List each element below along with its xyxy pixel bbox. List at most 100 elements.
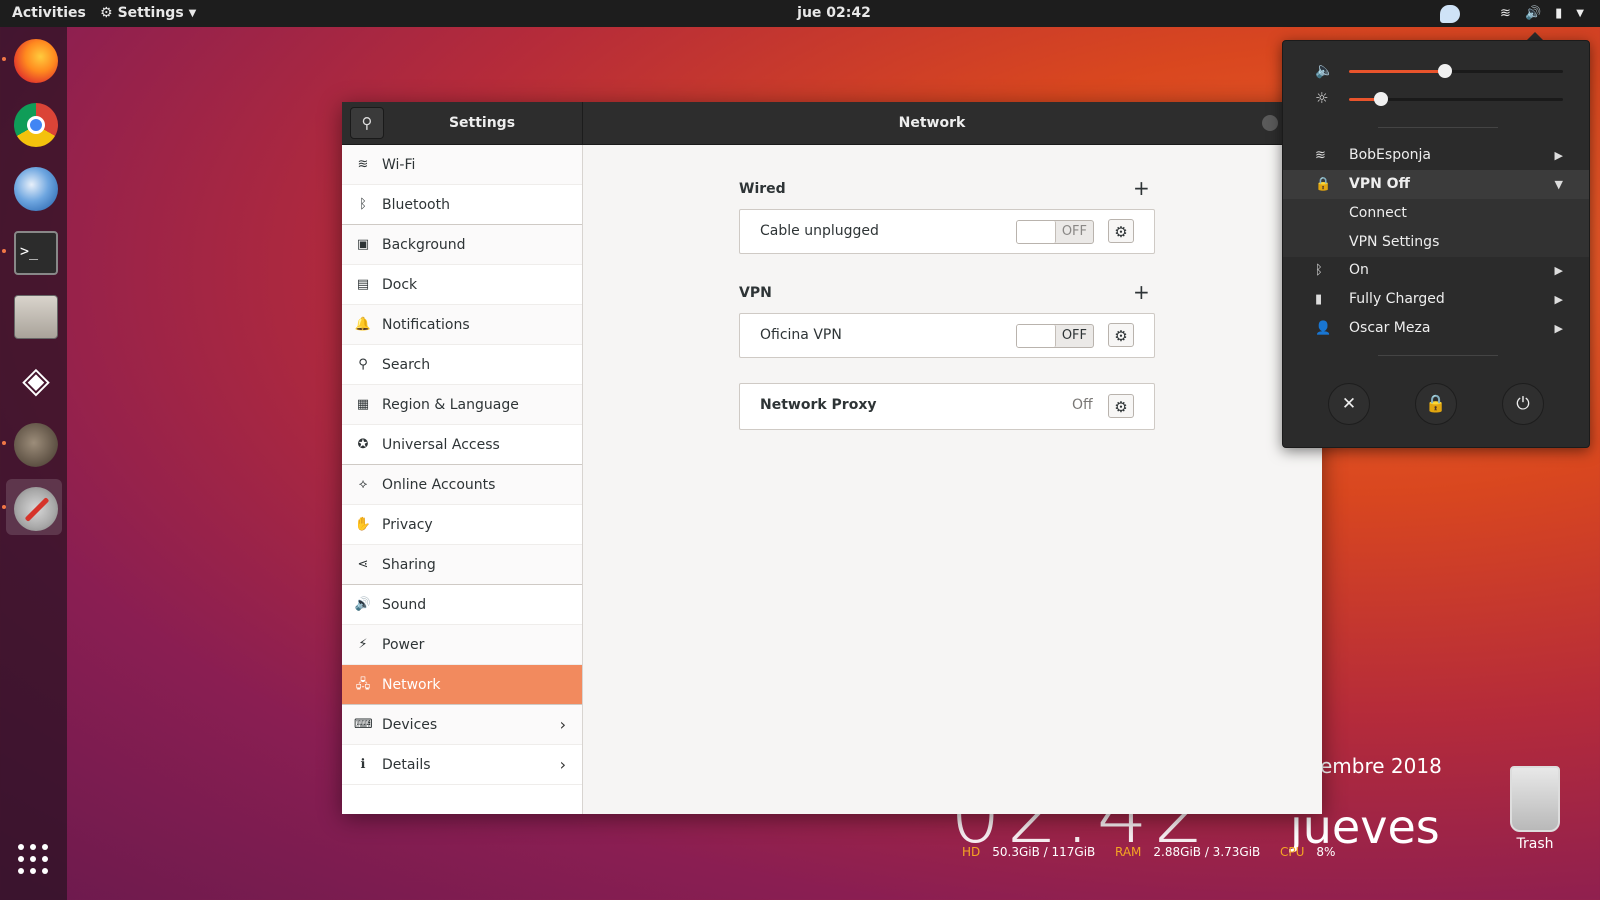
system-menu: 🔈 ☼ ≋ BobEsponja ▶ 🔒 VPN Off ▼ Connect V…	[1282, 40, 1590, 448]
chat-icon[interactable]	[1440, 4, 1461, 23]
thunderbird-icon	[14, 167, 58, 211]
vpn-settings-item[interactable]: VPN Settings	[1283, 228, 1589, 257]
volume-handle[interactable]	[1438, 64, 1453, 78]
settings-window: ⚲ Settings Network ≋ Wi-Fi ᛒ Bluetooth ▣ Back…	[342, 102, 1322, 814]
wifi-icon: ≋	[1315, 148, 1326, 163]
trash-label: Trash	[1516, 836, 1554, 852]
sidebar-item-privacy[interactable]: ✋ Privacy	[342, 505, 582, 545]
sidebar-item-label: Privacy	[382, 517, 433, 533]
thunderbird-launcher[interactable]	[6, 159, 62, 215]
hd-stat: HD 50.3GiB / 117GiB	[962, 845, 1096, 859]
wifi-menu-item[interactable]: ≋ BobEsponja ▶	[1283, 141, 1589, 170]
app-menu-button[interactable]: ⚙ Settings ▼	[100, 0, 196, 27]
sidebar-item-dock[interactable]: ▤ Dock	[342, 265, 582, 305]
wired-toggle-switch[interactable]: OFF	[1016, 220, 1094, 244]
sidebar-item-label: Network	[382, 677, 441, 693]
chevron-down-icon: ▼	[188, 8, 197, 19]
unity-logo-icon: ◈	[22, 360, 50, 401]
network-proxy-label: Network Proxy	[760, 397, 877, 413]
proxy-settings-button[interactable]: ⚙	[1108, 394, 1134, 418]
chevron-down-icon: ▼	[1576, 8, 1584, 19]
vpn-toggle-switch[interactable]: OFF	[1016, 324, 1094, 348]
lock-button[interactable]: 🔒	[1415, 383, 1457, 425]
sidebar-item-devices[interactable]: ⌨ Devices ›	[342, 705, 582, 745]
power-off-button[interactable]: ⏻	[1502, 383, 1544, 425]
vpn-connection-label: Oficina VPN	[760, 327, 842, 343]
accessibility-icon: ✪	[357, 437, 369, 452]
bluetooth-menu-item[interactable]: ᛒ On ▶	[1283, 256, 1589, 285]
sidebar-item-label: Wi-Fi	[382, 157, 416, 173]
search-button[interactable]: ⚲	[350, 107, 384, 139]
sidebar-item-sharing[interactable]: ⋖ Sharing	[342, 545, 582, 585]
online-accounts-icon: ⟡	[358, 477, 368, 492]
activities-button[interactable]: Activities	[12, 0, 86, 27]
sidebar-item-label: Devices	[382, 717, 438, 733]
menu-separator	[1378, 355, 1498, 356]
system-tray[interactable]: ≋ 🔊 ▮ ▼	[1440, 0, 1584, 27]
sidebar-item-background[interactable]: ▣ Background	[342, 225, 582, 265]
battery-icon: ▮	[1315, 292, 1323, 307]
settings-launcher[interactable]	[2, 479, 62, 535]
sidebar-item-label: Region & Language	[382, 397, 519, 413]
sidebar-item-notifications[interactable]: 🔔 Notifications	[342, 305, 582, 345]
sidebar-item-label: Bluetooth	[382, 197, 450, 213]
wired-settings-button[interactable]: ⚙	[1108, 219, 1134, 243]
trash-can-icon	[1510, 766, 1560, 832]
sidebar-item-details[interactable]: ℹ Details ›	[342, 745, 582, 785]
terminal-launcher[interactable]: >_	[2, 223, 62, 279]
sidebar-item-sound[interactable]: 🔊 Sound	[342, 585, 582, 625]
chevron-right-icon: ›	[559, 755, 566, 774]
add-vpn-button[interactable]: +	[1133, 280, 1150, 304]
gear-icon: ⚙	[1114, 398, 1128, 416]
brightness-handle[interactable]	[1374, 92, 1389, 106]
sidebar-item-online-accounts[interactable]: ⟡ Online Accounts	[342, 465, 582, 505]
sidebar-item-universal-access[interactable]: ✪ Universal Access	[342, 425, 582, 465]
gimp-launcher[interactable]	[2, 415, 62, 471]
sidebar-item-label: Dock	[382, 277, 418, 293]
running-indicator	[2, 505, 6, 509]
vpn-menu-item[interactable]: 🔒 VPN Off ▼	[1283, 170, 1589, 199]
chevron-right-icon: ›	[559, 715, 566, 734]
network-panel: Wired + Cable unplugged OFF ⚙ VPN + Ofic…	[583, 145, 1322, 814]
clock-button[interactable]: jue 02:42	[797, 5, 871, 21]
minimize-button[interactable]	[1262, 115, 1278, 131]
user-menu-item[interactable]: 👤 Oscar Meza ▶	[1283, 314, 1589, 343]
vpn-settings-button[interactable]: ⚙	[1108, 323, 1134, 347]
power-icon: ⏻	[1516, 394, 1530, 414]
battery-menu-item[interactable]: ▮ Fully Charged ▶	[1283, 285, 1589, 314]
sidebar-header: ⚲ Settings	[342, 102, 583, 144]
settings-button[interactable]: ✕	[1328, 383, 1370, 425]
chevron-down-icon: ▼	[1554, 178, 1563, 191]
chrome-launcher[interactable]	[6, 95, 62, 151]
network-proxy-row[interactable]: Network Proxy Off ⚙	[739, 383, 1155, 430]
files-launcher[interactable]	[6, 287, 62, 343]
add-wired-button[interactable]: +	[1133, 176, 1150, 200]
search-icon: ⚲	[361, 114, 373, 132]
firefox-icon	[14, 39, 58, 83]
region-icon: ▦	[356, 397, 370, 412]
chevron-right-icon: ▶	[1554, 322, 1563, 335]
privacy-hand-icon: ✋	[354, 517, 372, 532]
firefox-launcher[interactable]	[2, 31, 62, 87]
sidebar-item-power[interactable]: ⚡ Power	[342, 625, 582, 665]
brightness-slider-row: ☼	[1283, 85, 1589, 113]
unity-launcher[interactable]: ◈	[6, 351, 62, 407]
brightness-slider[interactable]	[1349, 92, 1563, 106]
sidebar-item-search[interactable]: ⚲ Search	[342, 345, 582, 385]
sidebar-item-label: Online Accounts	[382, 477, 496, 493]
volume-slider[interactable]	[1349, 64, 1563, 78]
dock: >_ ◈	[0, 27, 67, 900]
ram-stat: RAM 2.88GiB / 3.73GiB	[1115, 845, 1261, 859]
trash-desktop-icon[interactable]: Trash	[1504, 766, 1566, 852]
sidebar-item-network[interactable]: 🖧 Network	[342, 665, 582, 705]
network-proxy-state: Off	[1072, 397, 1093, 413]
sidebar-item-wi-fi[interactable]: ≋ Wi-Fi	[342, 145, 582, 185]
vpn-connect-item[interactable]: Connect	[1283, 199, 1589, 228]
sidebar-item-region-language[interactable]: ▦ Region & Language	[342, 385, 582, 425]
wifi-icon: ≋	[357, 157, 369, 172]
sidebar-item-bluetooth[interactable]: ᛒ Bluetooth	[342, 185, 582, 225]
dock-icon: ▤	[356, 277, 370, 292]
vpn-connection-row: Oficina VPN OFF ⚙	[739, 313, 1155, 358]
sidebar-item-label: Sharing	[382, 557, 436, 573]
show-applications-button[interactable]	[18, 844, 50, 876]
